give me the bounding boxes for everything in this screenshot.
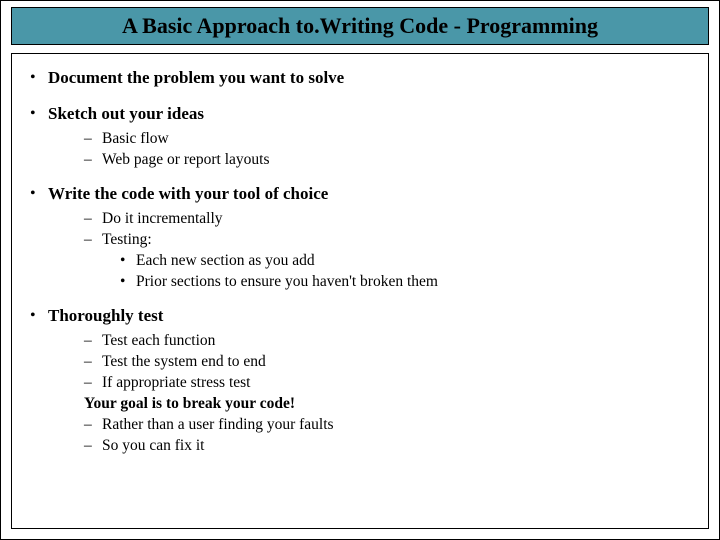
title-bar: A Basic Approach to.Writing Code - Progr… (11, 7, 709, 45)
bullet-4-sub: –Test each function –Test the system end… (30, 330, 690, 456)
bullet-3: • Write the code with your tool of choic… (30, 184, 690, 204)
sub-item: –Test each function (84, 330, 690, 351)
sub-text: Testing: (102, 229, 152, 250)
tert-item: •Each new section as you add (120, 250, 690, 271)
bullet-4-text: Thoroughly test (48, 306, 163, 326)
bullet-icon: • (30, 184, 48, 204)
bullet-2-text: Sketch out your ideas (48, 104, 204, 124)
bullet-icon: • (30, 306, 48, 326)
sub-item: –If appropriate stress test (84, 372, 690, 393)
bullet-2-sub: –Basic flow –Web page or report layouts (30, 128, 690, 170)
sub-text: So you can fix it (102, 435, 204, 456)
sub-text: Test the system end to end (102, 351, 266, 372)
tert-item: •Prior sections to ensure you haven't br… (120, 271, 690, 292)
bullet-3-tert: •Each new section as you add •Prior sect… (84, 250, 690, 292)
sub-text: Test each function (102, 330, 215, 351)
sub-text: If appropriate stress test (102, 372, 251, 393)
content-box: • Document the problem you want to solve… (11, 53, 709, 529)
sub-item: –So you can fix it (84, 435, 690, 456)
bullet-3-text: Write the code with your tool of choice (48, 184, 328, 204)
sub-item: –Test the system end to end (84, 351, 690, 372)
slide-container: A Basic Approach to.Writing Code - Progr… (0, 0, 720, 540)
bullet-icon: • (30, 68, 48, 88)
sub-text: Rather than a user finding your faults (102, 414, 334, 435)
sub-item: –Basic flow (84, 128, 690, 149)
sub-item: –Rather than a user finding your faults (84, 414, 690, 435)
sub-item: –Web page or report layouts (84, 149, 690, 170)
bullet-3-sub: –Do it incrementally –Testing: •Each new… (30, 208, 690, 292)
tert-text: Each new section as you add (136, 250, 315, 271)
bullet-icon: • (30, 104, 48, 124)
tert-text: Prior sections to ensure you haven't bro… (136, 271, 438, 292)
emphasis-line: Your goal is to break your code! (84, 393, 690, 414)
sub-text: Basic flow (102, 128, 169, 149)
sub-item: –Testing: (84, 229, 690, 250)
slide-title: A Basic Approach to.Writing Code - Progr… (122, 13, 598, 39)
bullet-1: • Document the problem you want to solve (30, 68, 690, 88)
bullet-1-text: Document the problem you want to solve (48, 68, 344, 88)
bullet-2: • Sketch out your ideas (30, 104, 690, 124)
sub-text: Do it incrementally (102, 208, 223, 229)
bullet-4: • Thoroughly test (30, 306, 690, 326)
sub-text: Web page or report layouts (102, 149, 269, 170)
sub-item: –Do it incrementally (84, 208, 690, 229)
